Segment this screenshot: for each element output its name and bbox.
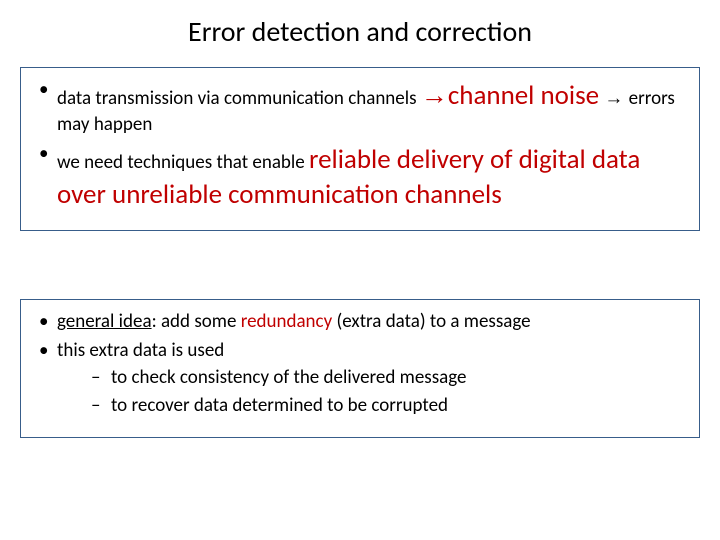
b3-post: (extra data) to a message — [332, 310, 530, 333]
b3-mid: : add some — [152, 310, 241, 333]
bullet-list-1: data transmission via communication chan… — [35, 78, 685, 212]
arrow-icon: → — [599, 88, 629, 109]
content-box-1: data transmission via communication chan… — [20, 67, 700, 231]
b1-red-text: channel noise — [448, 79, 599, 112]
sub-bullet-2: to recover data determined to be corrupt… — [57, 393, 685, 419]
slide-title: Error detection and correction — [0, 0, 720, 49]
bullet-3: general idea: add some redundancy (extra… — [35, 310, 685, 335]
sub-bullet-1: to check consistency of the delivered me… — [57, 365, 685, 391]
b1-text-pre: data transmission via communication chan… — [57, 87, 421, 110]
b3-red: redundancy — [241, 310, 332, 333]
bullet-list-2: general idea: add some redundancy (extra… — [35, 310, 685, 419]
bullet-2: we need techniques that enable reliable … — [35, 142, 685, 212]
sub-list: to check consistency of the delivered me… — [57, 365, 685, 418]
bullet-4: this extra data is used to check consist… — [35, 339, 685, 419]
content-box-2: general idea: add some redundancy (extra… — [20, 299, 700, 438]
b3-underlined: general idea — [57, 310, 152, 333]
b4-text: this extra data is used — [57, 339, 224, 362]
arrow-icon: → — [421, 80, 448, 110]
b2-text-pre: we need techniques that enable — [57, 151, 309, 174]
bullet-1: data transmission via communication chan… — [35, 78, 685, 138]
